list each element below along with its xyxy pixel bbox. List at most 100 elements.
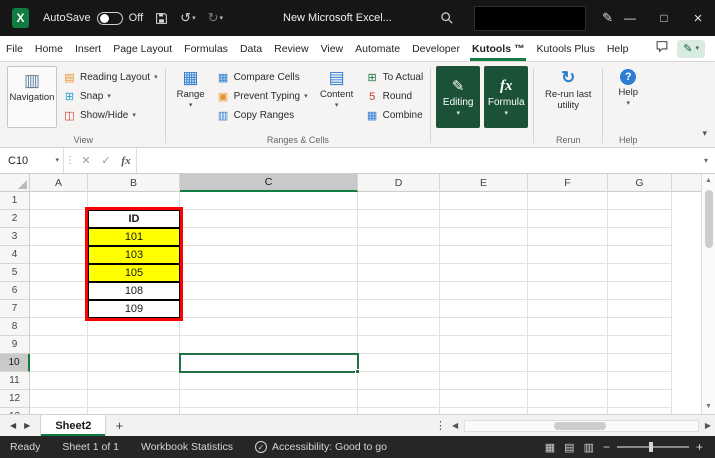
cell-e5[interactable] [440, 264, 528, 282]
minimize-button[interactable]: — [613, 0, 647, 36]
column-header-f[interactable]: F [528, 174, 608, 192]
tab-kutools-plus[interactable]: Kutools Plus [530, 36, 600, 61]
drag-handle-icon[interactable]: ⋮ [64, 148, 76, 173]
cell-d6[interactable] [358, 282, 440, 300]
formula-button[interactable]: fx Formula ▾ [484, 66, 528, 128]
save-button[interactable] [155, 12, 168, 25]
row-header-7[interactable]: 7 [0, 300, 30, 318]
round-button[interactable]: 5Round [364, 87, 426, 106]
cell-a4[interactable] [30, 246, 88, 264]
cell-g12[interactable] [608, 390, 672, 408]
row-header-5[interactable]: 5 [0, 264, 30, 282]
cell-e2[interactable] [440, 210, 528, 228]
select-all-corner[interactable] [0, 174, 30, 192]
tab-automate[interactable]: Automate [349, 36, 406, 61]
column-header-g[interactable]: G [608, 174, 672, 192]
horizontal-scrollbar[interactable] [464, 420, 699, 432]
column-header-d[interactable]: D [358, 174, 440, 192]
cell-c3[interactable] [180, 228, 358, 246]
tab-developer[interactable]: Developer [406, 36, 466, 61]
cell-e9[interactable] [440, 336, 528, 354]
cell-c11[interactable] [180, 372, 358, 390]
tab-data[interactable]: Data [234, 36, 268, 61]
content-button[interactable]: ▤ Content ▾ [314, 64, 360, 126]
cell-f5[interactable] [528, 264, 608, 282]
cell-e6[interactable] [440, 282, 528, 300]
cell-d10[interactable] [358, 354, 440, 372]
page-layout-view-button[interactable]: ▤ [564, 441, 574, 454]
rerun-last-utility-button[interactable]: ↻ Re-run last utility [539, 64, 597, 126]
cell-a11[interactable] [30, 372, 88, 390]
cell-d11[interactable] [358, 372, 440, 390]
cell-a3[interactable] [30, 228, 88, 246]
cell-b5[interactable]: 105 [88, 264, 180, 282]
edit-pencil-icon[interactable]: ✎ [602, 10, 613, 26]
cell-c5[interactable] [180, 264, 358, 282]
name-box[interactable]: C10 ▾ [0, 148, 64, 173]
cell-b4[interactable]: 103 [88, 246, 180, 264]
cell-d5[interactable] [358, 264, 440, 282]
cell-g5[interactable] [608, 264, 672, 282]
cell-b12[interactable] [88, 390, 180, 408]
row-header-2[interactable]: 2 [0, 210, 30, 228]
cell-b11[interactable] [88, 372, 180, 390]
scroll-left-button[interactable]: ◀ [452, 421, 458, 430]
row-header-10[interactable]: 10 [0, 354, 30, 372]
cell-c4[interactable] [180, 246, 358, 264]
cell-e1[interactable] [440, 192, 528, 210]
copy-ranges-button[interactable]: ▥Copy Ranges [215, 106, 310, 125]
accessibility-status[interactable]: ✓ Accessibility: Good to go [255, 441, 387, 453]
navigation-button[interactable]: ▥ Navigation [7, 66, 57, 128]
cell-a10[interactable] [30, 354, 88, 372]
cell-a13[interactable] [30, 408, 88, 414]
column-header-a[interactable]: A [30, 174, 88, 192]
editing-button[interactable]: ✎ Editing ▾ [436, 66, 480, 128]
range-button[interactable]: ▦ Range ▾ [171, 64, 211, 126]
cell-g13[interactable] [608, 408, 672, 414]
cell-d12[interactable] [358, 390, 440, 408]
row-header-6[interactable]: 6 [0, 282, 30, 300]
cell-g3[interactable] [608, 228, 672, 246]
cell-e13[interactable] [440, 408, 528, 414]
vertical-scrollbar[interactable]: ▲ ▼ [701, 174, 715, 414]
cell-g9[interactable] [608, 336, 672, 354]
cell-d8[interactable] [358, 318, 440, 336]
cell-b3[interactable]: 101 [88, 228, 180, 246]
cell-c10[interactable] [180, 354, 358, 372]
cell-g4[interactable] [608, 246, 672, 264]
tab-page-layout[interactable]: Page Layout [107, 36, 178, 61]
cell-c12[interactable] [180, 390, 358, 408]
vertical-scroll-thumb[interactable] [705, 190, 713, 248]
cell-b1[interactable] [88, 192, 180, 210]
next-sheet-button[interactable]: ▶ [24, 421, 30, 430]
redo-button[interactable]: ↻▾ [208, 10, 223, 26]
compare-cells-button[interactable]: ▦Compare Cells [215, 68, 310, 87]
cell-g2[interactable] [608, 210, 672, 228]
cell-c1[interactable] [180, 192, 358, 210]
cell-b10[interactable] [88, 354, 180, 372]
cell-d3[interactable] [358, 228, 440, 246]
page-break-view-button[interactable]: ▥ [584, 441, 594, 454]
help-button[interactable]: ? Help ▾ [608, 64, 648, 126]
cell-c6[interactable] [180, 282, 358, 300]
snap-button[interactable]: ⊞Snap▾ [61, 87, 160, 106]
cell-g10[interactable] [608, 354, 672, 372]
to-actual-button[interactable]: ⊞To Actual [364, 68, 426, 87]
cell-f6[interactable] [528, 282, 608, 300]
reading-layout-button[interactable]: ▤Reading Layout▾ [61, 68, 160, 87]
tab-view[interactable]: View [315, 36, 350, 61]
zoom-slider[interactable] [617, 446, 689, 448]
cell-f4[interactable] [528, 246, 608, 264]
cell-f7[interactable] [528, 300, 608, 318]
scroll-right-button[interactable]: ▶ [705, 421, 711, 430]
row-header-1[interactable]: 1 [0, 192, 30, 210]
cell-e8[interactable] [440, 318, 528, 336]
column-header-b[interactable]: B [88, 174, 180, 192]
cell-c2[interactable] [180, 210, 358, 228]
prevent-typing-button[interactable]: ▣Prevent Typing▾ [215, 87, 310, 106]
normal-view-button[interactable]: ▦ [545, 441, 555, 454]
cell-e7[interactable] [440, 300, 528, 318]
tab-review[interactable]: Review [268, 36, 314, 61]
search-button[interactable] [440, 11, 454, 25]
row-header-12[interactable]: 12 [0, 390, 30, 408]
